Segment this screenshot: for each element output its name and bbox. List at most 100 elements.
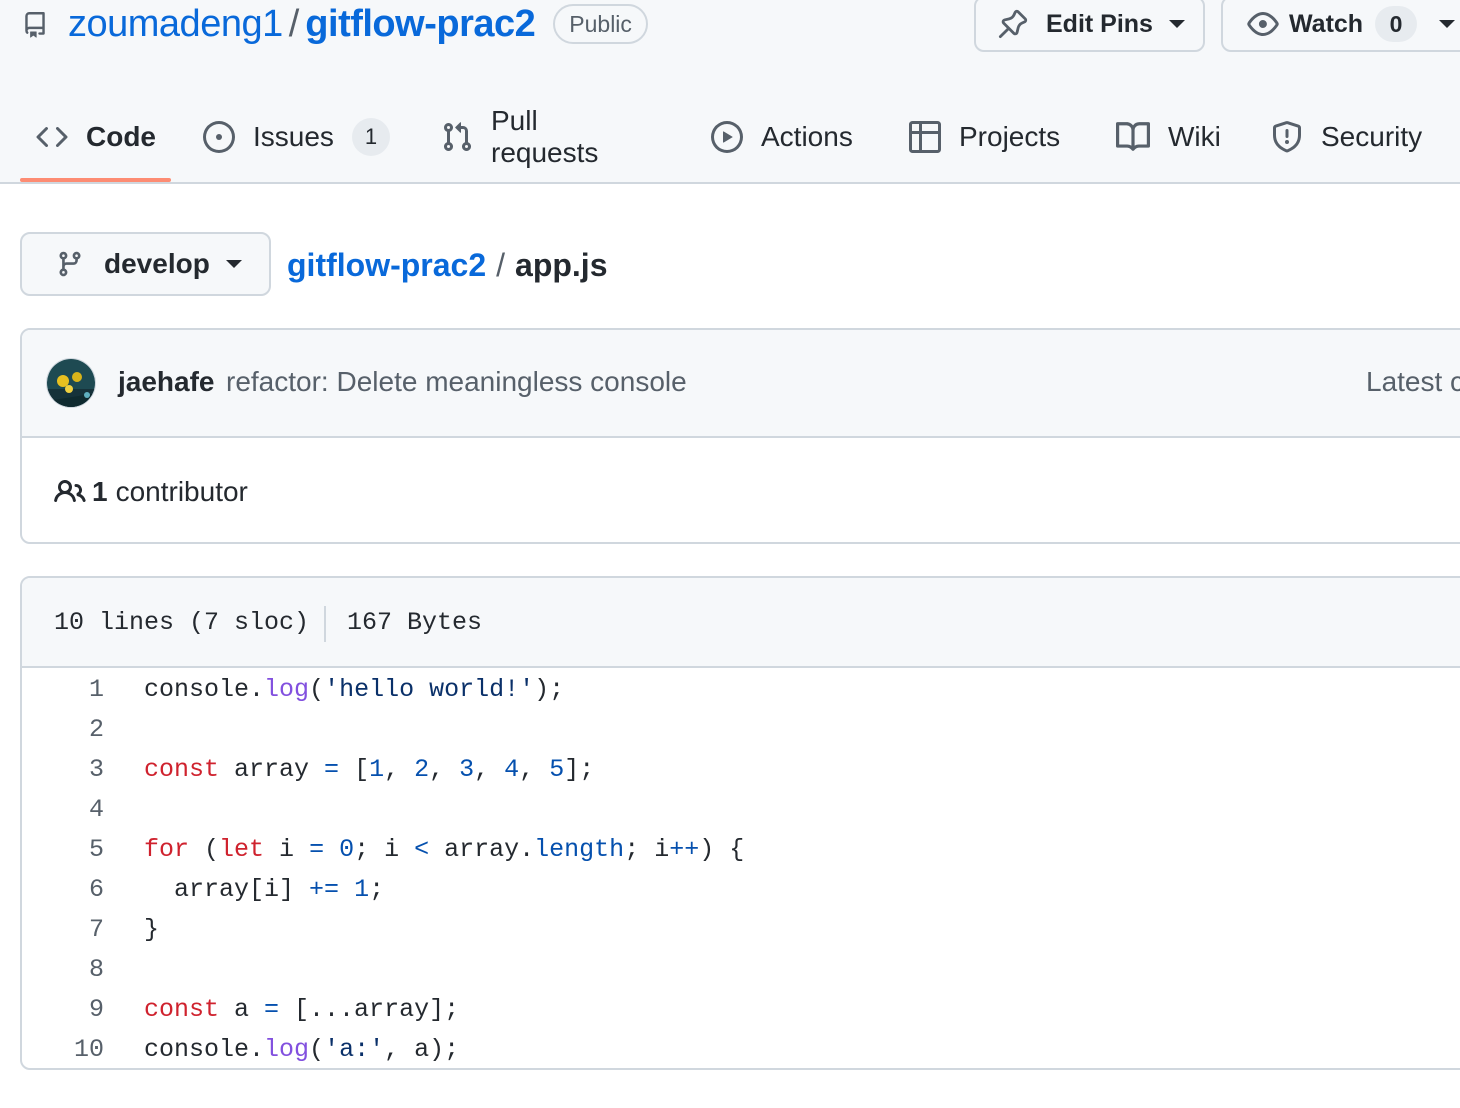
tab-wiki[interactable]: Wiki bbox=[1116, 90, 1221, 184]
tab-pull-requests-label: Pull requests bbox=[491, 105, 599, 168]
latest-commit-label[interactable]: Latest c bbox=[1366, 366, 1460, 398]
shield-icon bbox=[1273, 121, 1301, 153]
watch-button[interactable]: Watch 0 bbox=[1221, 0, 1460, 52]
line-number[interactable]: 8 bbox=[22, 950, 104, 990]
file-viewer: 10 lines (7 sloc) 167 Bytes 1 console.log… bbox=[20, 576, 1460, 1070]
code-token: console. bbox=[144, 1035, 265, 1064]
tab-pull-requests[interactable]: Pull requests bbox=[441, 90, 598, 184]
line-number[interactable]: 9 bbox=[22, 990, 104, 1030]
code-token: ++ bbox=[669, 835, 700, 864]
tab-actions[interactable]: Actions bbox=[711, 90, 853, 184]
file-header: 10 lines (7 sloc) 167 Bytes bbox=[22, 578, 1460, 668]
line-number[interactable]: 10 bbox=[22, 1030, 104, 1068]
breadcrumb-repo-link[interactable]: gitflow-prac2 bbox=[287, 247, 486, 284]
branch-name: develop bbox=[104, 248, 210, 279]
line-number[interactable]: 4 bbox=[22, 790, 104, 830]
branch-select-button[interactable]: develop bbox=[20, 232, 271, 296]
play-icon bbox=[711, 121, 743, 153]
file-line-count: 10 lines (7 sloc) bbox=[54, 608, 310, 637]
line-content: const a = [...array]; bbox=[144, 990, 459, 1030]
code-line: 10 console.log('a:', a); bbox=[22, 1030, 1460, 1068]
code-token: [...array]; bbox=[279, 995, 460, 1024]
code-token: ); bbox=[534, 675, 565, 704]
file-header-divider bbox=[324, 606, 326, 642]
repo-name-link[interactable]: gitflow-prac2 bbox=[305, 3, 535, 46]
visibility-badge: Public bbox=[553, 4, 648, 44]
code-token: 3 bbox=[459, 755, 475, 784]
line-number[interactable]: 3 bbox=[22, 750, 104, 790]
breadcrumb-file-name: app.js bbox=[515, 246, 608, 283]
code-token: const bbox=[144, 755, 220, 784]
code-token: array[i] bbox=[144, 875, 310, 904]
line-number[interactable]: 1 bbox=[22, 670, 104, 710]
git-pull-request-icon bbox=[443, 122, 472, 152]
repo-title-separator: / bbox=[288, 2, 300, 45]
code-token: array bbox=[219, 755, 325, 784]
code-token: a bbox=[219, 995, 265, 1024]
breadcrumb-separator: / bbox=[496, 246, 506, 283]
issue-opened-icon bbox=[203, 121, 235, 153]
avatar-image bbox=[47, 359, 95, 407]
line-content: const array = [1, 2, 3, 4, 5]; bbox=[144, 750, 594, 790]
tab-projects[interactable]: Projects bbox=[909, 90, 1060, 184]
commit-message-link[interactable]: refactor: Delete meaningless console bbox=[226, 366, 687, 398]
code-token: += bbox=[309, 875, 340, 904]
code-line: 8 bbox=[22, 950, 1460, 990]
tab-actions-label: Actions bbox=[761, 121, 853, 152]
code-token: ( bbox=[309, 675, 325, 704]
issues-count-badge: 1 bbox=[351, 118, 390, 156]
contributors-count: 1 bbox=[92, 476, 108, 507]
latest-commit-box: jaehafe refactor: Delete meaningless con… bbox=[20, 328, 1460, 544]
chevron-down-icon bbox=[1168, 20, 1185, 28]
contributors-label: contributor bbox=[115, 476, 248, 507]
code-token: let bbox=[219, 835, 265, 864]
code-token: 2 bbox=[414, 755, 430, 784]
repo-icon bbox=[25, 12, 45, 38]
tab-code-label: Code bbox=[86, 121, 156, 152]
code-token: ; bbox=[369, 875, 385, 904]
code-token: , bbox=[519, 755, 550, 784]
tab-projects-label: Projects bbox=[959, 121, 1061, 152]
selected-tab-underline bbox=[20, 178, 171, 182]
code-token: ) { bbox=[699, 835, 745, 864]
breadcrumb: gitflow-prac2 / app.js bbox=[287, 240, 607, 290]
code-line: 9 const a = [...array]; bbox=[22, 990, 1460, 1030]
tab-issues-label: Issues bbox=[253, 121, 334, 152]
code-line: 6 array[i] += 1; bbox=[22, 870, 1460, 910]
tab-wiki-label: Wiki bbox=[1168, 121, 1221, 152]
table-icon bbox=[909, 121, 941, 153]
code-token: [ bbox=[339, 755, 370, 784]
code-line: 3 const array = [1, 2, 3, 4, 5]; bbox=[22, 750, 1460, 790]
line-number[interactable]: 2 bbox=[22, 710, 104, 750]
code-line: 5 for (let i = 0; i < array.length; i++) … bbox=[22, 830, 1460, 870]
line-number[interactable]: 7 bbox=[22, 910, 104, 950]
avatar[interactable] bbox=[46, 358, 96, 408]
code-token: console. bbox=[144, 675, 265, 704]
line-content: console.log('a:', a); bbox=[144, 1030, 459, 1068]
commit-author-link[interactable]: jaehafe bbox=[118, 366, 215, 398]
repo-title: zoumadeng1 / gitflow-prac2 Public bbox=[22, 0, 648, 48]
code-token: length bbox=[534, 835, 625, 864]
code-token: = bbox=[264, 995, 280, 1024]
code-token: const bbox=[144, 995, 220, 1024]
line-number[interactable]: 5 bbox=[22, 830, 104, 870]
tab-issues[interactable]: Issues 1 bbox=[203, 90, 390, 184]
line-content: } bbox=[144, 910, 159, 950]
commit-row: jaehafe refactor: Delete meaningless con… bbox=[22, 330, 1460, 438]
code-token: , bbox=[384, 755, 415, 784]
code-token: 'hello world!' bbox=[324, 675, 535, 704]
edit-pins-label: Edit Pins bbox=[1046, 9, 1153, 38]
code-token: } bbox=[144, 915, 160, 944]
repo-owner-link[interactable]: zoumadeng1 bbox=[68, 3, 283, 46]
code-token: , bbox=[429, 755, 460, 784]
file-size: 167 Bytes bbox=[347, 608, 483, 637]
code-line: 4 bbox=[22, 790, 1460, 830]
contributors-row[interactable]: 1 contributor bbox=[22, 438, 1460, 542]
tab-code[interactable]: Code bbox=[36, 90, 156, 184]
edit-pins-button[interactable]: Edit Pins bbox=[974, 0, 1205, 52]
code-token: < bbox=[414, 835, 430, 864]
tab-security[interactable]: Security bbox=[1271, 90, 1422, 184]
line-number[interactable]: 6 bbox=[22, 870, 104, 910]
